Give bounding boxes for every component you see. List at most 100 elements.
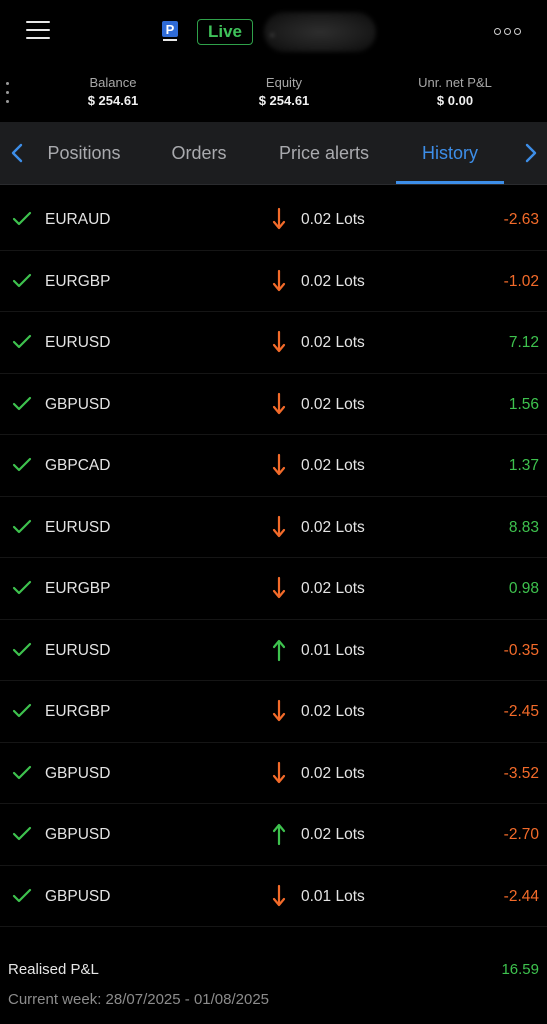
current-week-range: Current week: 28/07/2025 - 01/08/2025 [8,991,270,1008]
tab-positions[interactable]: Positions [40,122,128,184]
check-icon [12,580,32,596]
trade-volume: 0.02 Lots [301,457,365,474]
more-dots-icon[interactable] [494,26,524,38]
trade-volume: 0.02 Lots [301,395,365,413]
history-row[interactable]: GBPUSD 0.02 Lots -3.52 [0,743,547,804]
history-row[interactable]: EURUSD 0.01 Lots -0.35 [0,620,547,681]
trade-pnl: 7.12 [508,334,539,351]
history-row[interactable]: EURAUD 0.02 Lots -2.63 [0,189,547,251]
instrument-symbol: GBPUSD [45,395,111,413]
check-icon [12,888,32,904]
check-icon [12,334,32,350]
chevron-right-icon[interactable] [520,141,542,165]
history-row[interactable]: GBPUSD 0.02 Lots 1.56 [0,374,547,435]
check-icon [12,396,32,412]
history-list: EURAUD 0.02 Lots -2.63 EURGBP 0.02 Lots -1.02… [0,189,547,927]
account-name[interactable]: . [264,12,376,52]
trade-volume: 0.02 Lots [301,272,365,290]
instrument-symbol: EURGBP [45,580,111,597]
trade-volume: 0.01 Lots [301,641,365,659]
balance-stat: Balance $ 254.61 [43,75,183,110]
arrow-down-icon [272,884,286,908]
drag-handle-icon[interactable] [6,82,10,104]
tab-price-alerts[interactable]: Price alerts [272,122,376,184]
instrument-symbol: EURGBP [45,272,111,290]
realised-pnl-value: 16.59 [501,961,539,978]
trade-pnl: 1.37 [508,457,539,474]
equity-label: Equity [265,75,303,90]
broker-logo-icon: P [162,21,178,41]
arrow-up-icon [272,638,286,662]
arrow-up-icon [272,822,286,846]
trade-volume: 0.02 Lots [301,334,365,351]
realised-pnl-label: Realised P&L [8,961,99,978]
instrument-symbol: EURUSD [45,518,111,536]
trade-pnl: -1.02 [503,272,539,290]
balance-label: Balance [89,75,137,90]
trade-volume: 0.01 Lots [301,887,365,905]
hamburger-menu-icon[interactable] [26,20,50,40]
unrealised-pnl-label: Unr. net P&L [418,75,492,90]
instrument-symbol: EURUSD [45,334,111,351]
tab-bar: Positions Orders Price alerts History [0,122,547,185]
check-icon [12,642,32,658]
tab-history[interactable]: History [396,122,504,184]
trade-volume: 0.02 Lots [301,518,365,536]
instrument-symbol: EURUSD [45,641,111,659]
trade-pnl: -2.70 [503,826,539,843]
trade-pnl: -2.45 [503,703,539,720]
check-icon [12,703,32,719]
top-bar: P Live . [0,0,547,64]
equity-stat: Equity $ 254.61 [214,75,354,110]
history-row[interactable]: EURGBP 0.02 Lots 0.98 [0,558,547,620]
history-row[interactable]: EURGBP 0.02 Lots -1.02 [0,251,547,312]
arrow-down-icon [272,207,286,231]
arrow-down-icon [272,392,286,416]
equity-value: $ 254.61 [258,93,310,108]
arrow-down-icon [272,330,286,354]
arrow-down-icon [272,761,286,785]
history-row[interactable]: EURUSD 0.02 Lots 7.12 [0,312,547,374]
check-icon [12,457,32,473]
history-row[interactable]: GBPUSD 0.01 Lots -2.44 [0,866,547,927]
arrow-down-icon [272,515,286,539]
check-icon [12,273,32,289]
trade-volume: 0.02 Lots [301,580,365,597]
chevron-left-icon[interactable] [6,141,28,165]
check-icon [12,211,32,227]
trade-pnl: -2.63 [503,211,539,228]
arrow-down-icon [272,453,286,477]
trade-volume: 0.02 Lots [301,211,365,228]
instrument-symbol: GBPUSD [45,764,111,782]
trade-pnl: 8.83 [508,518,539,536]
logo-letter: P [166,22,175,37]
trade-volume: 0.02 Lots [301,826,365,843]
check-icon [12,765,32,781]
trade-volume: 0.02 Lots [301,764,365,782]
tab-orders[interactable]: Orders [166,122,232,184]
history-row[interactable]: GBPCAD 0.02 Lots 1.37 [0,435,547,497]
history-row[interactable]: GBPUSD 0.02 Lots -2.70 [0,804,547,866]
trade-pnl: -3.52 [503,764,539,782]
arrow-down-icon [272,269,286,293]
trade-volume: 0.02 Lots [301,703,365,720]
instrument-symbol: EURGBP [45,703,111,720]
trade-pnl: 1.56 [508,395,539,413]
balance-value: $ 254.61 [87,93,139,108]
check-icon [12,826,32,842]
arrow-down-icon [272,699,286,723]
instrument-symbol: GBPUSD [45,826,111,843]
arrow-down-icon [272,576,286,600]
history-row[interactable]: EURUSD 0.02 Lots 8.83 [0,497,547,558]
live-account-badge[interactable]: Live [197,19,253,45]
unrealised-pnl-stat: Unr. net P&L $ 0.00 [385,75,525,110]
check-icon [12,519,32,535]
trade-pnl: -2.44 [503,887,539,905]
instrument-symbol: GBPUSD [45,887,111,905]
account-summary: Balance $ 254.61 Equity $ 254.61 Unr. ne… [0,64,547,122]
history-footer: Realised P&L 16.59 Current week: 28/07/2… [0,955,547,1024]
trade-pnl: -0.35 [503,641,539,659]
trade-pnl: 0.98 [508,580,539,597]
history-row[interactable]: EURGBP 0.02 Lots -2.45 [0,681,547,743]
instrument-symbol: EURAUD [45,211,111,228]
